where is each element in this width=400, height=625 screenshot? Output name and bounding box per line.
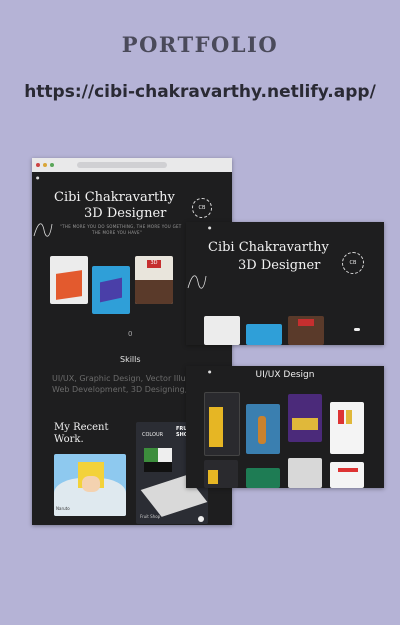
project-card-3[interactable]: 3D — [135, 256, 173, 304]
recent-work-line2: Work. — [54, 434, 84, 445]
cb-badge: CB — [192, 198, 212, 218]
hero-name: Cibi Chakravarthy — [54, 190, 175, 205]
colour-label: COLOUR — [142, 432, 164, 438]
scroll-counter: 0 — [128, 330, 133, 338]
uiux-preview-window: ● UI/UX Design — [186, 366, 384, 488]
project-card-3[interactable] — [288, 316, 324, 345]
hero-role: 3D Designer — [84, 206, 167, 221]
cursor-dot-icon — [198, 516, 204, 522]
maximize-dot-icon[interactable] — [50, 163, 54, 167]
portfolio-url[interactable]: https://cibi-chakravarthy.netlify.app/ — [0, 82, 400, 102]
work-caption-1: Naruto — [56, 506, 70, 511]
hero-preview-window: ● Cibi Chakravarthy 3D Designer CB — [186, 222, 384, 345]
skills-line2: Web Development, 3D Designing, Dr — [52, 385, 200, 394]
cb-badge: CB — [342, 252, 364, 274]
tagline-line1: "THE MORE YOU DO SOMETHING, THE MORE YOU… — [60, 224, 182, 229]
hero-role: 3D Designer — [238, 258, 321, 273]
app-mockup-8[interactable] — [330, 462, 364, 488]
page-title: PORTFOLIO — [121, 32, 279, 57]
hero-name: Cibi Chakravarthy — [208, 240, 329, 255]
signature-icon — [33, 223, 53, 237]
app-mockup-6[interactable] — [246, 468, 280, 488]
app-mockup-1[interactable] — [204, 392, 240, 456]
app-mockup-5[interactable] — [204, 460, 238, 488]
naruto-work-card[interactable]: Naruto — [54, 454, 126, 516]
app-mockup-2[interactable] — [246, 404, 280, 454]
app-mockup-4[interactable] — [330, 402, 364, 454]
app-mockup-7[interactable] — [288, 458, 322, 488]
skills-line1: UI/UX, Graphic Design, Vector Illustr — [52, 374, 197, 383]
close-dot-icon[interactable] — [36, 163, 40, 167]
signature-icon — [187, 275, 207, 289]
scroll-indicator-icon — [354, 328, 360, 331]
tagline-line2: THE MORE YOU HAVE" — [92, 230, 142, 235]
app-mockup-3[interactable] — [288, 394, 322, 442]
recent-work-line1: My Recent — [54, 422, 109, 433]
project-card-2[interactable] — [246, 324, 282, 345]
address-bar[interactable] — [77, 162, 167, 168]
skills-heading: Skills — [120, 355, 141, 364]
work-caption-2: Fruit Shop — [140, 514, 161, 519]
project-card-2[interactable] — [92, 266, 130, 314]
site-logo-icon[interactable]: ● — [208, 225, 212, 230]
minimize-dot-icon[interactable] — [43, 163, 47, 167]
browser-chrome — [32, 158, 232, 172]
site-logo-icon[interactable]: ● — [36, 175, 40, 180]
project-card-1[interactable] — [50, 256, 88, 304]
uiux-heading: UI/UX Design — [255, 370, 315, 380]
project-card-1[interactable] — [204, 316, 240, 345]
card-label: 3D — [147, 260, 161, 268]
